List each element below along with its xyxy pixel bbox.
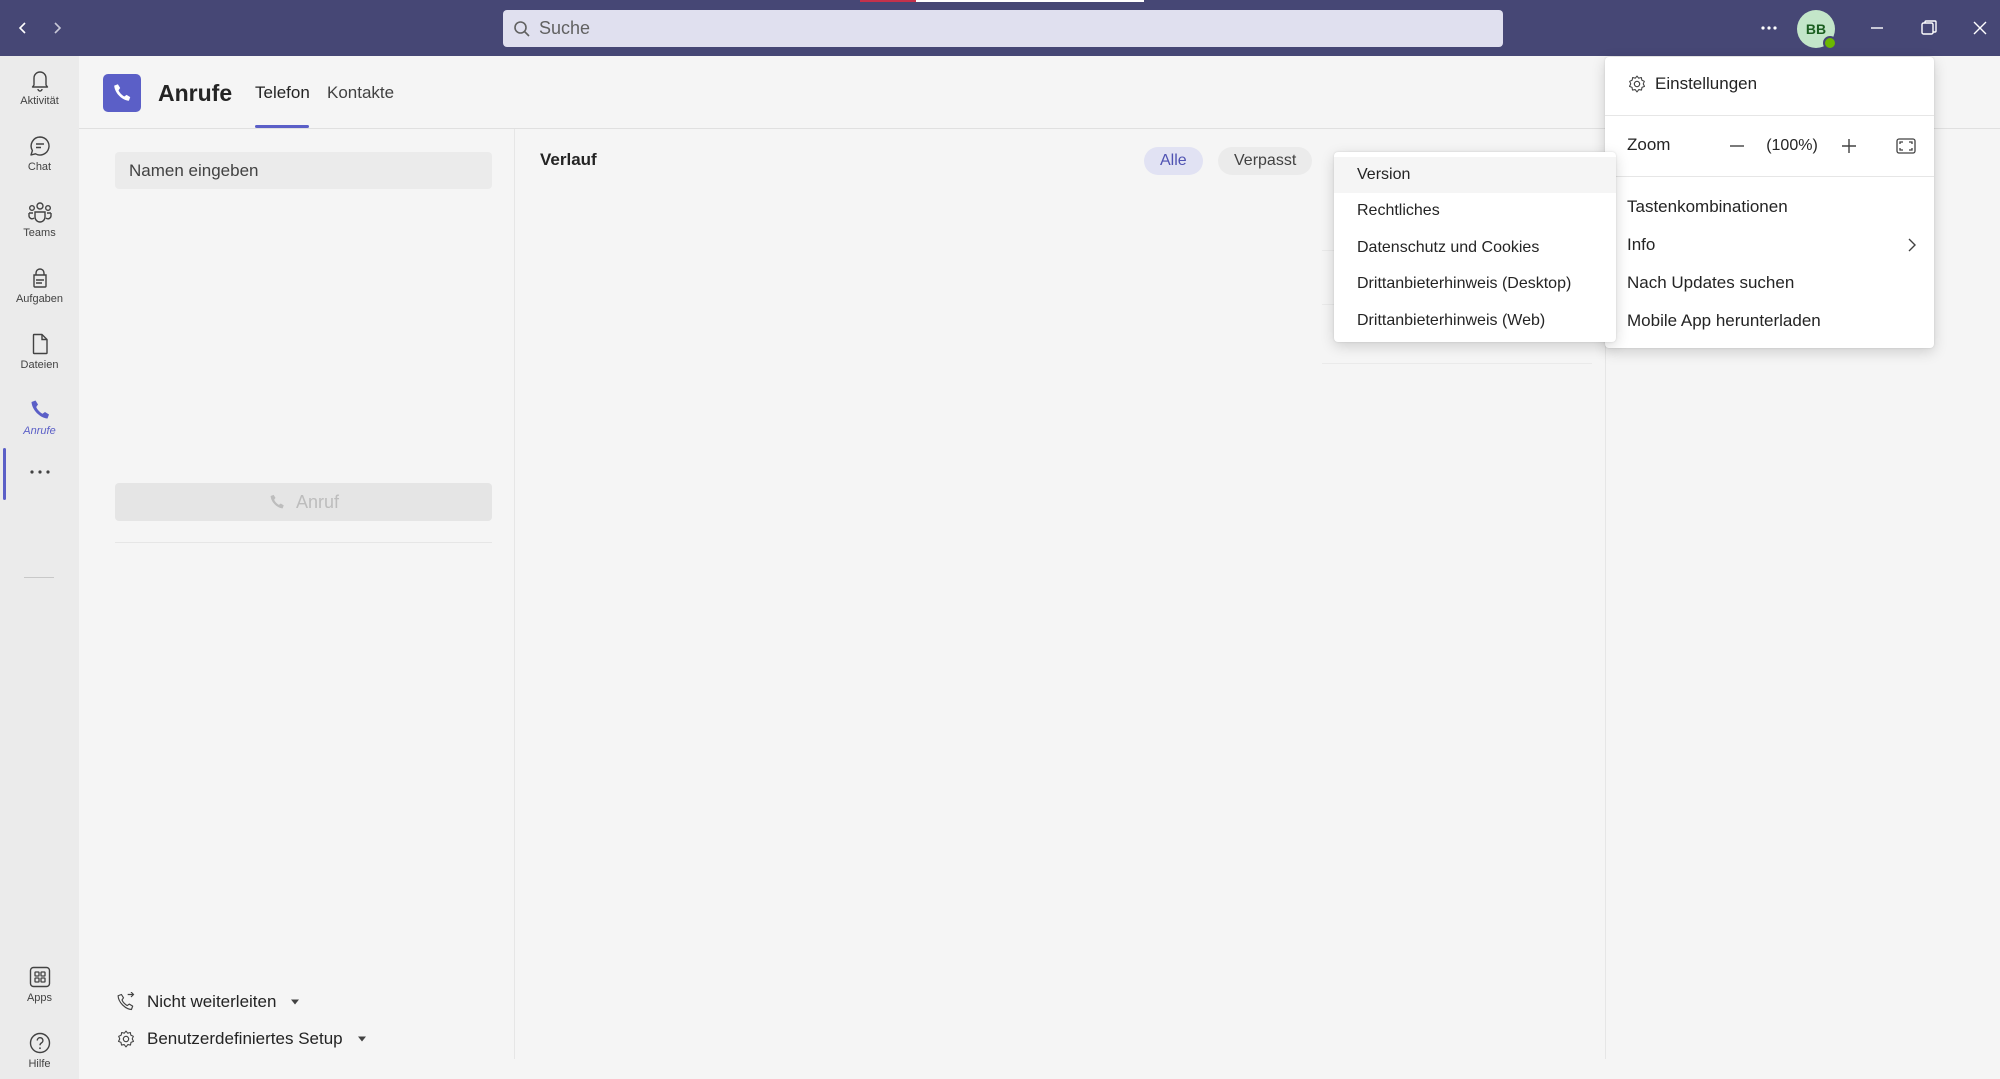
history-title: Verlauf	[540, 150, 597, 169]
menu-separator	[1605, 176, 1934, 177]
custom-setup-dropdown[interactable]: Benutzerdefiniertes Setup	[115, 1025, 367, 1053]
menu-item-info[interactable]: Info	[1627, 235, 1917, 255]
bell-icon	[28, 68, 52, 92]
close-icon[interactable]	[1964, 12, 1996, 44]
submenu-item-third-party-web[interactable]: Drittanbieterhinweis (Web)	[1334, 303, 1616, 339]
info-submenu: Version Rechtliches Datenschutz und Cook…	[1334, 152, 1616, 342]
call-button[interactable]: Anruf	[115, 483, 492, 521]
submenu-item-third-party-desktop[interactable]: Drittanbieterhinweis (Desktop)	[1334, 266, 1616, 302]
avatar-initials: BB	[1805, 21, 1827, 37]
filter-missed[interactable]: Verpasst	[1218, 147, 1313, 175]
caret-down-icon	[290, 999, 300, 1005]
tab-kontakte[interactable]: Kontakte	[327, 83, 394, 103]
menu-item-shortcuts[interactable]: Tastenkombinationen	[1627, 197, 1788, 217]
history-row-divider	[1322, 363, 1592, 364]
minimize-icon[interactable]	[1861, 12, 1893, 44]
phone-icon	[28, 398, 52, 422]
app-bar-divider	[24, 577, 54, 578]
app-bar-item-activity[interactable]: Aktivität	[0, 56, 79, 118]
name-input-placeholder: Namen eingeben	[129, 160, 259, 180]
app-bar-item-files[interactable]: Dateien	[0, 320, 79, 382]
page-title: Anrufe	[158, 80, 233, 106]
call-forwarding-dropdown[interactable]: Nicht weiterleiten	[115, 988, 300, 1016]
call-forward-icon	[115, 991, 137, 1013]
app-bar-item-apps[interactable]: Apps	[0, 953, 79, 1015]
app-bar-label: Chat	[27, 160, 52, 173]
tab-active-underline	[255, 125, 309, 128]
app-bar-item-tasks[interactable]: Aufgaben	[0, 254, 79, 316]
tasks-icon	[28, 266, 52, 290]
menu-item-settings[interactable]: Einstellungen	[1627, 74, 1757, 94]
submenu-item-privacy[interactable]: Datenschutz und Cookies	[1334, 230, 1616, 266]
menu-item-mobile-app[interactable]: Mobile App herunterladen	[1627, 311, 1821, 331]
app-bar-item-teams[interactable]: Teams	[0, 188, 79, 250]
submenu-item-legal[interactable]: Rechtliches	[1334, 193, 1616, 229]
app-bar-label: Anrufe	[23, 424, 56, 437]
more-options-icon[interactable]	[1753, 12, 1785, 44]
pane-divider	[115, 542, 492, 543]
calls-app-icon	[103, 74, 141, 112]
app-bar-label: Aufgaben	[15, 292, 64, 305]
gear-icon	[1627, 74, 1647, 94]
fullscreen-icon	[1896, 138, 1916, 154]
gear-icon	[115, 1028, 137, 1050]
avatar[interactable]: BB	[1797, 10, 1837, 50]
search-placeholder: Suche	[539, 18, 591, 38]
tab-telefon[interactable]: Telefon	[255, 83, 310, 103]
back-icon[interactable]	[9, 14, 37, 42]
menu-item-label: Info	[1627, 235, 1656, 254]
forward-icon[interactable]	[43, 14, 71, 42]
search-icon	[513, 20, 531, 38]
menu-item-label: Einstellungen	[1655, 74, 1758, 93]
chat-icon	[28, 134, 52, 158]
custom-setup-label: Benutzerdefiniertes Setup	[147, 1029, 343, 1048]
app-bar: Aktivität Chat Teams Aufgaben Dateien An…	[0, 56, 79, 1079]
presence-status-icon	[1823, 36, 1837, 50]
app-bar-item-chat[interactable]: Chat	[0, 122, 79, 184]
apps-icon	[28, 965, 52, 989]
dial-pane: Namen eingeben Anruf Nicht weiterleiten …	[79, 129, 515, 1059]
app-bar-label: Teams	[23, 226, 56, 239]
zoom-value: (100%)	[1766, 137, 1818, 154]
app-bar-label: Aktivität	[20, 94, 59, 107]
caret-down-icon	[357, 1036, 367, 1042]
search-input[interactable]: Suche	[503, 10, 1503, 47]
filter-all[interactable]: Alle	[1144, 147, 1203, 175]
title-bar: Suche BB	[0, 0, 2000, 56]
settings-menu: Einstellungen Zoom (100%) Tastenkombinat…	[1605, 57, 1934, 348]
plus-icon	[1840, 137, 1858, 155]
app-bar-label: Dateien	[20, 358, 59, 371]
file-icon	[28, 332, 52, 356]
phone-icon	[268, 493, 296, 511]
app-bar-label: Hilfe	[28, 1057, 51, 1070]
teams-icon	[27, 200, 53, 224]
menu-item-check-updates[interactable]: Nach Updates suchen	[1627, 273, 1794, 293]
more-apps-icon	[29, 469, 51, 475]
chevron-right-icon	[1907, 237, 1917, 253]
call-forwarding-label: Nicht weiterleiten	[147, 992, 277, 1011]
fullscreen-button[interactable]	[1892, 132, 1920, 160]
submenu-item-version[interactable]: Version	[1334, 157, 1616, 193]
zoom-out-button[interactable]	[1723, 132, 1751, 160]
zoom-in-button[interactable]	[1835, 132, 1863, 160]
title-accent-strip-light	[916, 0, 1144, 2]
app-bar-label: Apps	[26, 991, 53, 1004]
menu-separator	[1605, 115, 1934, 116]
app-bar-more-apps[interactable]	[0, 452, 79, 492]
call-button-label: Anruf	[295, 491, 340, 512]
name-input[interactable]: Namen eingeben	[115, 152, 492, 189]
restore-icon[interactable]	[1913, 12, 1945, 44]
zoom-label: Zoom	[1627, 135, 1671, 154]
title-accent-strip	[860, 0, 916, 2]
help-icon	[28, 1031, 52, 1055]
app-bar-item-calls[interactable]: Anrufe	[0, 386, 79, 448]
minus-icon	[1728, 137, 1746, 155]
app-bar-item-help[interactable]: Hilfe	[0, 1019, 79, 1079]
